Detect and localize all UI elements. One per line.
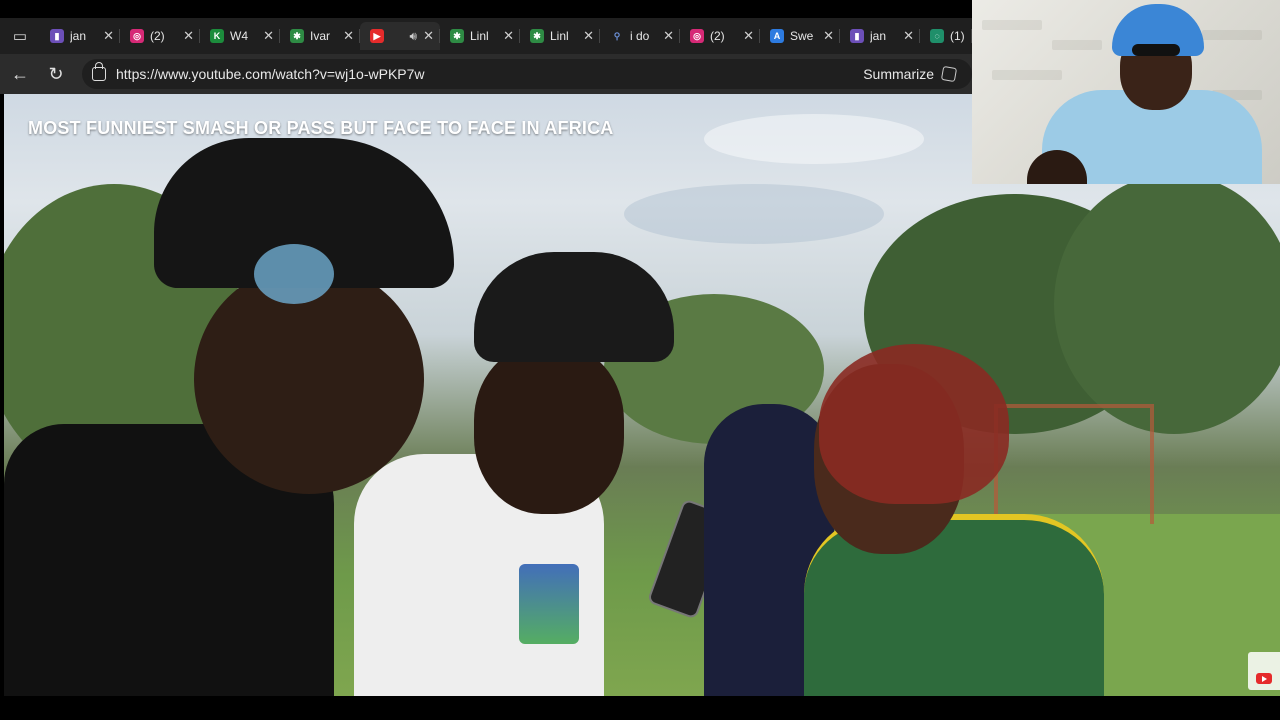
close-icon[interactable]: ✕ [263, 28, 274, 44]
tab-title: (2) [150, 29, 165, 43]
tab-4[interactable]: ✱ Ivar ✕ [280, 22, 360, 50]
instagram-icon: ◎ [690, 29, 704, 43]
wall-brick [992, 70, 1062, 80]
tab-title: jan [870, 29, 887, 43]
tab-11[interactable]: ▮ jan ✕ [840, 22, 920, 50]
close-icon[interactable]: ✕ [663, 28, 674, 44]
twitch-icon: ▮ [50, 29, 64, 43]
tab-strip: ▭ ▮ jan ✕ ◎ (2) ✕ K W4 ✕ ✱ Ivar ✕ ▶ 🔊︎ ✕ [0, 18, 972, 54]
webcam-overlay [972, 0, 1280, 184]
tab-12[interactable]: ◌ (1) [920, 22, 972, 50]
tab-6[interactable]: ✱ Linl ✕ [440, 22, 520, 50]
tab-8[interactable]: ⚲ i do ✕ [600, 22, 680, 50]
cloud [704, 114, 924, 164]
tab-title: W4 [230, 29, 248, 43]
person-right-hair [819, 344, 1009, 504]
close-icon[interactable]: ✕ [183, 28, 194, 44]
tab-5[interactable]: ▶ 🔊︎ ✕ [360, 22, 440, 50]
app-store-icon: A [770, 29, 784, 43]
close-icon[interactable]: ✕ [583, 28, 594, 44]
sunglasses-icon [1132, 44, 1180, 56]
address-bar: ← ↻ https://www.youtube.com/watch?v=wj1o… [0, 54, 972, 94]
youtube-watermark-icon[interactable] [1248, 652, 1280, 690]
reload-button[interactable]: ↻ [38, 56, 74, 92]
url-text[interactable]: https://www.youtube.com/watch?v=wj1o-wPK… [116, 66, 853, 82]
linktree-icon: ✱ [530, 29, 544, 43]
shirt-logo [519, 564, 579, 644]
tab-title: (2) [710, 29, 725, 43]
wall-brick [1202, 30, 1262, 40]
tab-title: i do [630, 29, 650, 43]
youtube-icon: ▶ [370, 29, 384, 43]
tab-actions-icon[interactable]: ▭ [0, 18, 40, 54]
tree [1054, 174, 1280, 434]
kick-icon: K [210, 29, 224, 43]
cap-logo [254, 244, 334, 304]
bottom-bar [0, 696, 1280, 720]
tab-title: (1) [950, 29, 965, 43]
url-field[interactable]: https://www.youtube.com/watch?v=wj1o-wPK… [82, 59, 972, 89]
video-player[interactable]: MOST FUNNIEST SMASH OR PASS BUT FACE TO … [4, 94, 1280, 696]
wall-brick [1052, 40, 1102, 50]
top-strip [0, 0, 972, 18]
close-icon[interactable]: ✕ [743, 28, 754, 44]
person-middle-cap [474, 252, 674, 362]
speaker-icon[interactable]: 🔊︎ [410, 29, 418, 44]
instagram-icon: ◎ [130, 29, 144, 43]
close-icon[interactable]: ✕ [903, 28, 914, 44]
twitch-icon: ▮ [850, 29, 864, 43]
copilot-icon [940, 65, 958, 83]
tab-title: Swe [790, 29, 814, 43]
close-icon[interactable]: ✕ [823, 28, 834, 44]
close-icon[interactable]: ✕ [423, 28, 434, 44]
screen: ▭ ▮ jan ✕ ◎ (2) ✕ K W4 ✕ ✱ Ivar ✕ ▶ 🔊︎ ✕ [0, 0, 1280, 720]
tab-title: Linl [470, 29, 489, 43]
tab-9[interactable]: ◎ (2) ✕ [680, 22, 760, 50]
playground-frame [994, 404, 1154, 524]
tab-title: Ivar [310, 29, 331, 43]
tab-2[interactable]: ◎ (2) ✕ [120, 22, 200, 50]
close-icon[interactable]: ✕ [503, 28, 514, 44]
tab-title: jan [70, 29, 87, 43]
close-icon[interactable]: ✕ [103, 28, 114, 44]
back-button[interactable]: ← [2, 56, 38, 92]
linktree-icon: ✱ [290, 29, 304, 43]
wall-brick [982, 20, 1042, 30]
tab-7[interactable]: ✱ Linl ✕ [520, 22, 600, 50]
tab-1[interactable]: ▮ jan ✕ [40, 22, 120, 50]
close-icon[interactable]: ✕ [343, 28, 354, 44]
summarize-label: Summarize [863, 66, 934, 82]
tab-title: Linl [550, 29, 569, 43]
linktree-icon: ✱ [450, 29, 464, 43]
video-title: MOST FUNNIEST SMASH OR PASS BUT FACE TO … [28, 118, 614, 138]
tab-10[interactable]: A Swe ✕ [760, 22, 840, 50]
cloud [624, 184, 884, 244]
chatgpt-icon: ◌ [930, 29, 944, 43]
lock-icon[interactable] [92, 62, 106, 81]
search-icon: ⚲ [613, 30, 621, 41]
tab-3[interactable]: K W4 ✕ [200, 22, 280, 50]
person-middle-head [474, 344, 624, 514]
summarize-button[interactable]: Summarize [863, 65, 962, 83]
